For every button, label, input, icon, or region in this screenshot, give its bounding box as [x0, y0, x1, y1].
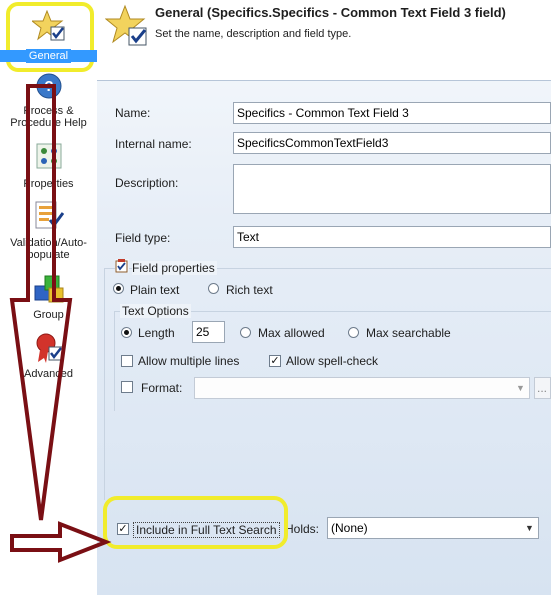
nav-item-advanced[interactable]: Advanced — [0, 332, 97, 382]
nav-item-general[interactable]: General — [0, 8, 97, 68]
text-options-title: Text Options — [120, 304, 191, 318]
max-searchable-radio[interactable] — [348, 327, 359, 338]
star-check-icon — [31, 10, 64, 41]
plain-text-radio[interactable] — [113, 283, 124, 294]
holds-value: (None) — [331, 521, 368, 535]
max-searchable-label: Max searchable — [366, 326, 451, 340]
format-dropdown[interactable]: ▼ — [194, 377, 530, 399]
nav-item-group[interactable]: Group — [0, 274, 97, 324]
format-label: Format: — [141, 381, 183, 395]
length-field[interactable]: 25 — [192, 321, 225, 343]
text-options-border — [114, 311, 115, 411]
page-title: General (Specifics.Specifics - Common Te… — [155, 5, 506, 20]
nav-item-validation[interactable]: Validation/Auto-populate — [0, 200, 97, 262]
field-properties-title: Field properties — [132, 261, 217, 275]
name-field[interactable]: Specifics - Common Text Field 3 — [233, 102, 551, 124]
field-type-label: Field type: — [115, 231, 171, 245]
allow-multiple-lines-label: Allow multiple lines — [138, 354, 240, 368]
properties-icon — [36, 143, 61, 169]
chevron-down-icon: ▼ — [516, 383, 525, 393]
header: General (Specifics.Specifics - Common Te… — [97, 0, 551, 81]
chevron-down-icon: ▼ — [525, 523, 534, 533]
allow-spell-check-checkbox[interactable]: ✓ — [269, 355, 281, 367]
nav-item-properties[interactable]: Properties — [0, 142, 97, 192]
description-field[interactable] — [233, 164, 551, 214]
format-browse-button[interactable]: ... — [534, 377, 551, 399]
svg-text:?: ? — [44, 78, 53, 95]
left-navigation: General ? Process & Procedure Help Prope… — [0, 0, 98, 595]
group-icon — [34, 275, 63, 303]
help-icon: ? — [36, 73, 61, 99]
length-radio[interactable] — [121, 327, 132, 338]
allow-spell-check-label: Allow spell-check — [286, 354, 379, 368]
length-label: Length — [138, 326, 175, 340]
allow-multiple-lines-checkbox[interactable] — [121, 355, 133, 367]
description-label: Description: — [115, 176, 179, 190]
format-checkbox[interactable] — [121, 381, 133, 393]
star-check-icon — [105, 4, 147, 46]
holds-dropdown[interactable]: (None) ▼ — [327, 517, 539, 539]
award-icon — [36, 333, 62, 363]
name-label: Name: — [115, 106, 151, 120]
validation-icon — [35, 201, 64, 229]
highlight-full-text-search — [103, 496, 288, 549]
page-subtitle: Set the name, description and field type… — [155, 28, 352, 40]
nav-item-label: General — [25, 49, 72, 63]
field-type-field[interactable]: Text — [233, 226, 551, 248]
max-allowed-radio[interactable] — [240, 327, 251, 338]
rich-text-radio[interactable] — [208, 283, 219, 294]
field-properties-border — [104, 268, 105, 500]
field-properties-icon — [115, 259, 129, 273]
nav-item-process-help[interactable]: ? Process & Procedure Help — [0, 72, 97, 132]
internal-name-label: Internal name: — [115, 137, 192, 151]
plain-text-label: Plain text — [130, 283, 180, 297]
rich-text-label: Rich text — [226, 283, 273, 297]
holds-label: Holds: — [285, 522, 320, 536]
max-allowed-label: Max allowed — [258, 326, 325, 340]
internal-name-field[interactable]: SpecificsCommonTextField3 — [233, 132, 551, 154]
